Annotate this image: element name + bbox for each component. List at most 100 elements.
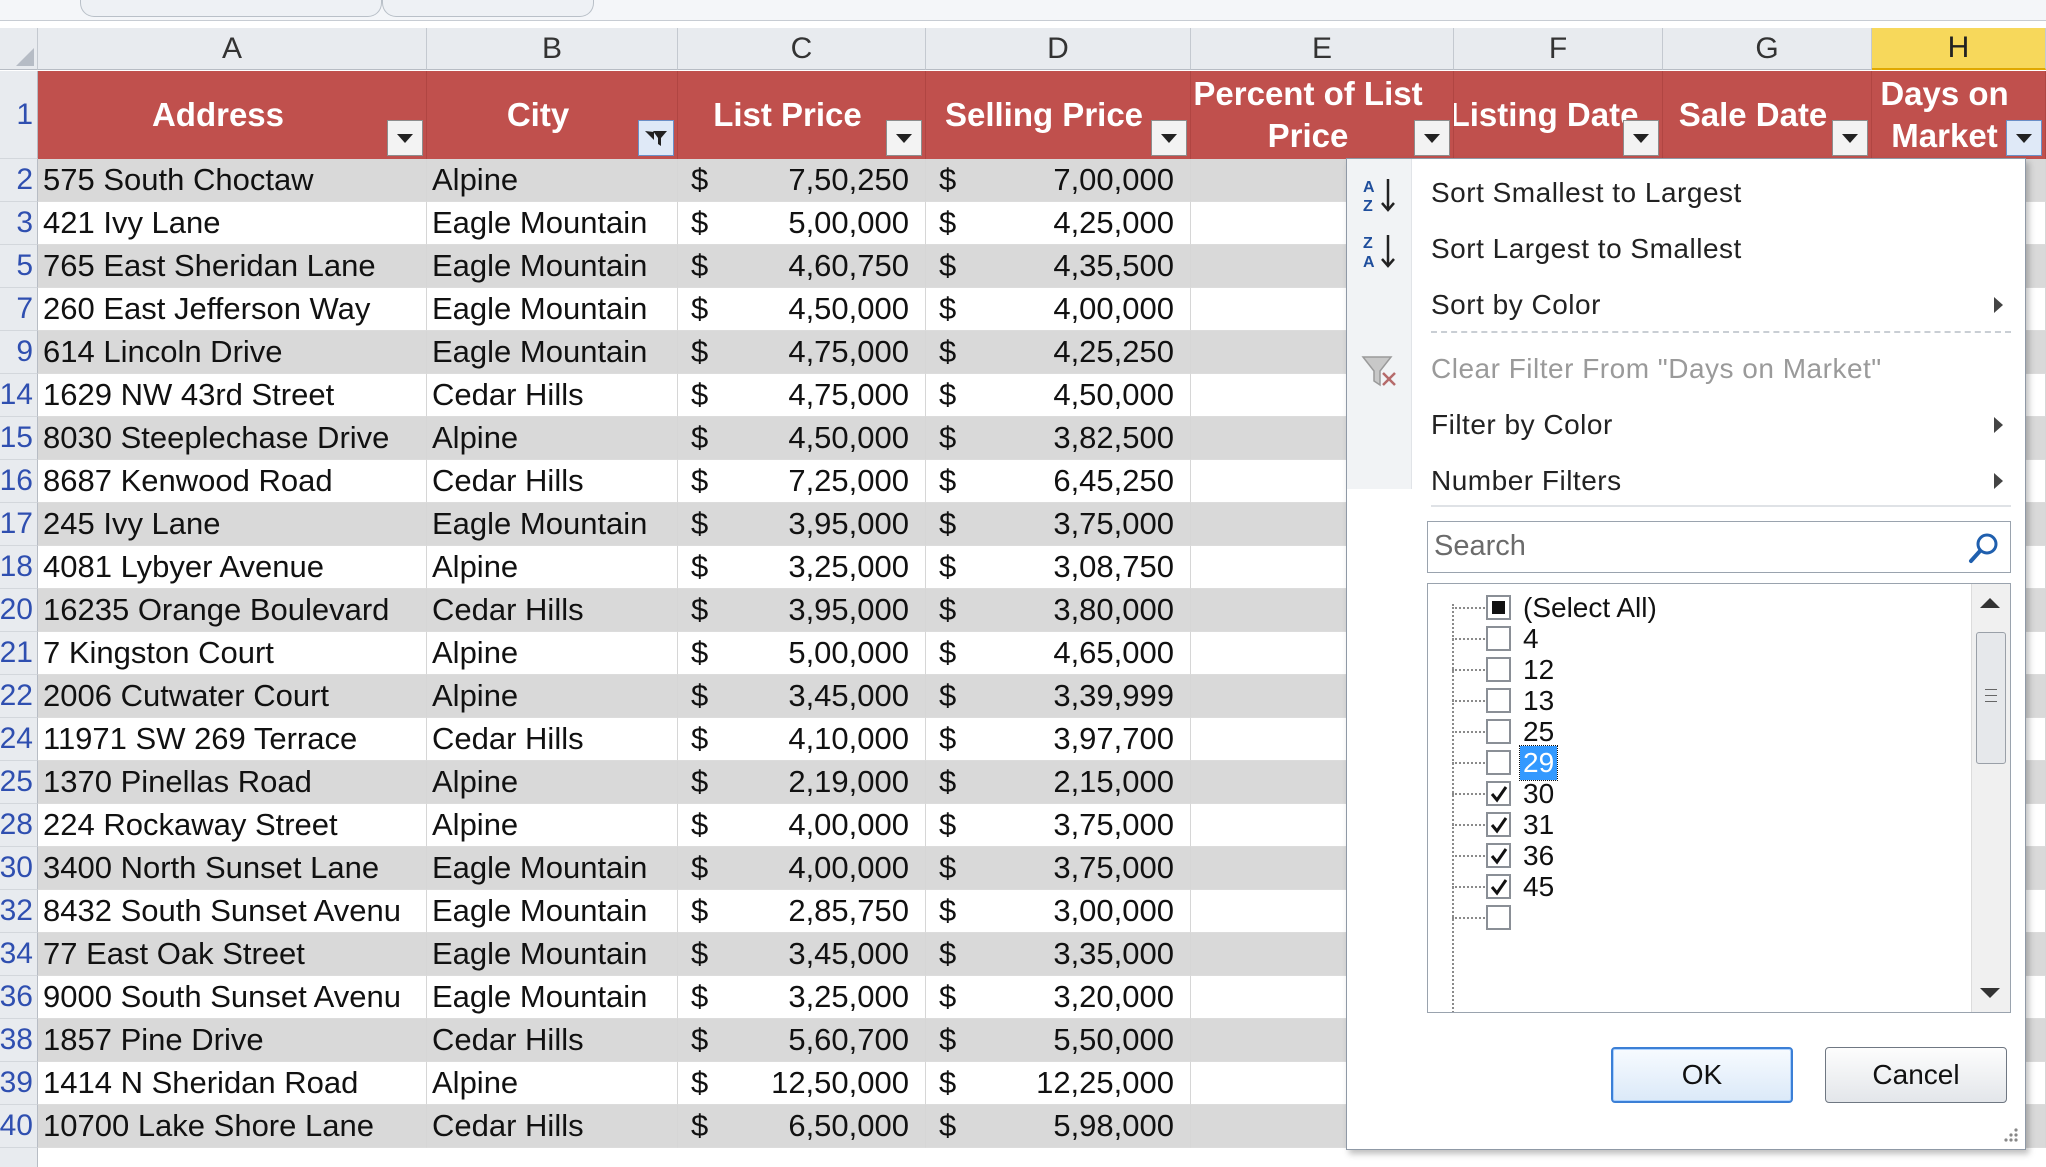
column-header-g[interactable]: G (1663, 28, 1872, 70)
row-header[interactable]: 20 (0, 589, 38, 632)
cell-list-price[interactable]: $7,25,000 (678, 460, 926, 503)
cell-selling-price[interactable]: $4,50,000 (926, 374, 1191, 417)
cell-city[interactable]: Alpine (427, 546, 678, 589)
number-filters-item[interactable]: Number Filters (1347, 455, 2025, 507)
cell-list-price[interactable]: $3,45,000 (678, 933, 926, 976)
cell-selling-price[interactable]: $2,15,000 (926, 761, 1191, 804)
filter-button-selling-price[interactable] (1151, 120, 1187, 156)
cell-address[interactable]: 11971 SW 269 Terrace (38, 718, 427, 761)
filter-checkbox[interactable] (1486, 719, 1511, 744)
filter-checkbox[interactable] (1486, 595, 1511, 620)
cell-list-price[interactable]: $7,50,250 (678, 159, 926, 202)
cell-address[interactable]: 8432 South Sunset Avenu (38, 890, 427, 933)
cell-selling-price[interactable]: $3,35,000 (926, 933, 1191, 976)
cell-address[interactable]: 224 Rockaway Street (38, 804, 427, 847)
cell-list-price[interactable]: $3,45,000 (678, 675, 926, 718)
cell-city[interactable]: Alpine (427, 417, 678, 460)
cell-list-price[interactable]: $4,00,000 (678, 847, 926, 890)
filter-checkbox[interactable] (1486, 657, 1511, 682)
cell-selling-price[interactable]: $5,50,000 (926, 1019, 1191, 1062)
filter-checkbox[interactable] (1486, 781, 1511, 806)
select-all-corner[interactable] (0, 28, 38, 70)
cell-city[interactable]: Eagle Mountain (427, 288, 678, 331)
resize-grip-icon[interactable] (2001, 1125, 2019, 1143)
cell-address[interactable]: 260 East Jefferson Way (38, 288, 427, 331)
cell-city[interactable]: Eagle Mountain (427, 245, 678, 288)
cell-selling-price[interactable]: $7,00,000 (926, 159, 1191, 202)
cell-selling-price[interactable]: $4,65,000 (926, 632, 1191, 675)
cell-selling-price[interactable]: $4,25,250 (926, 331, 1191, 374)
row-header[interactable]: 25 (0, 761, 38, 804)
row-header[interactable]: 30 (0, 847, 38, 890)
filter-checkbox[interactable] (1486, 626, 1511, 651)
cell-address[interactable]: 10700 Lake Shore Lane (38, 1105, 427, 1148)
cell-address[interactable]: 1857 Pine Drive (38, 1019, 427, 1062)
cell-list-price[interactable]: $2,85,750 (678, 890, 926, 933)
cell-city[interactable]: Cedar Hills (427, 589, 678, 632)
cell-address[interactable]: 9000 South Sunset Avenu (38, 976, 427, 1019)
cell-city[interactable]: Cedar Hills (427, 1019, 678, 1062)
cell-address[interactable]: 7 Kingston Court (38, 632, 427, 675)
sort-ascending-item[interactable]: A Z Sort Smallest to Largest (1347, 167, 2025, 219)
ok-button[interactable]: OK (1611, 1047, 1793, 1103)
cell-address[interactable]: 575 South Choctaw (38, 159, 427, 202)
cell-city[interactable]: Alpine (427, 632, 678, 675)
row-header[interactable]: 39 (0, 1062, 38, 1105)
row-header[interactable]: 24 (0, 718, 38, 761)
cell-selling-price[interactable]: $3,75,000 (926, 847, 1191, 890)
cell-selling-price[interactable]: $3,80,000 (926, 589, 1191, 632)
column-header-h[interactable]: H (1872, 28, 2046, 70)
cell-address[interactable]: 245 Ivy Lane (38, 503, 427, 546)
column-header-e[interactable]: E (1191, 28, 1454, 70)
column-header-c[interactable]: C (678, 28, 926, 70)
cell-city[interactable]: Alpine (427, 804, 678, 847)
cell-city[interactable]: Alpine (427, 675, 678, 718)
cell-list-price[interactable]: $2,19,000 (678, 761, 926, 804)
filter-button-sale-date[interactable] (1832, 120, 1868, 156)
cell-city[interactable]: Alpine (427, 159, 678, 202)
cell-address[interactable]: 421 Ivy Lane (38, 202, 427, 245)
cell-selling-price[interactable]: $3,82,500 (926, 417, 1191, 460)
cell-selling-price[interactable]: $3,08,750 (926, 546, 1191, 589)
filter-checkbox[interactable] (1486, 750, 1511, 775)
column-header-b[interactable]: B (427, 28, 678, 70)
row-header[interactable]: 40 (0, 1105, 38, 1148)
cell-selling-price[interactable]: $3,97,700 (926, 718, 1191, 761)
row-header[interactable]: 15 (0, 417, 38, 460)
cell-list-price[interactable]: $3,95,000 (678, 589, 926, 632)
row-header[interactable]: 2 (0, 159, 38, 202)
cell-list-price[interactable]: $4,10,000 (678, 718, 926, 761)
scroll-up-arrow-icon[interactable] (1980, 598, 2000, 608)
filter-button-listing-date[interactable] (1623, 120, 1659, 156)
cell-selling-price[interactable]: $4,35,500 (926, 245, 1191, 288)
cell-city[interactable]: Cedar Hills (427, 718, 678, 761)
filter-checkbox[interactable] (1486, 812, 1511, 837)
row-header[interactable]: 32 (0, 890, 38, 933)
cell-selling-price[interactable]: $3,39,999 (926, 675, 1191, 718)
row-header[interactable]: 3 (0, 202, 38, 245)
filter-checkbox[interactable] (1486, 843, 1511, 868)
cell-city[interactable]: Cedar Hills (427, 1105, 678, 1148)
cell-selling-price[interactable]: $4,00,000 (926, 288, 1191, 331)
row-header[interactable]: 7 (0, 288, 38, 331)
cell-list-price[interactable]: $3,95,000 (678, 503, 926, 546)
filter-checkbox[interactable] (1486, 688, 1511, 713)
cell-city[interactable]: Eagle Mountain (427, 331, 678, 374)
cell-address[interactable]: 1370 Pinellas Road (38, 761, 427, 804)
cell-address[interactable]: 614 Lincoln Drive (38, 331, 427, 374)
filter-button-percent-of-list-price[interactable] (1414, 120, 1450, 156)
cancel-button[interactable]: Cancel (1825, 1047, 2007, 1103)
scroll-thumb[interactable] (1976, 632, 2006, 764)
sort-by-color-item[interactable]: Sort by Color (1347, 279, 2025, 331)
row-header[interactable]: 34 (0, 933, 38, 976)
row-header[interactable]: 1 (0, 71, 38, 159)
cell-selling-price[interactable]: $4,25,000 (926, 202, 1191, 245)
clear-filter-item[interactable]: Clear Filter From "Days on Market" (1347, 343, 2025, 395)
cell-list-price[interactable]: $5,00,000 (678, 202, 926, 245)
cell-city[interactable]: Cedar Hills (427, 374, 678, 417)
row-header[interactable]: 28 (0, 804, 38, 847)
cell-selling-price[interactable]: $3,20,000 (926, 976, 1191, 1019)
filter-checkbox[interactable] (1486, 905, 1511, 930)
sort-descending-item[interactable]: Z A Sort Largest to Smallest (1347, 223, 2025, 275)
cell-address[interactable]: 1414 N Sheridan Road (38, 1062, 427, 1105)
